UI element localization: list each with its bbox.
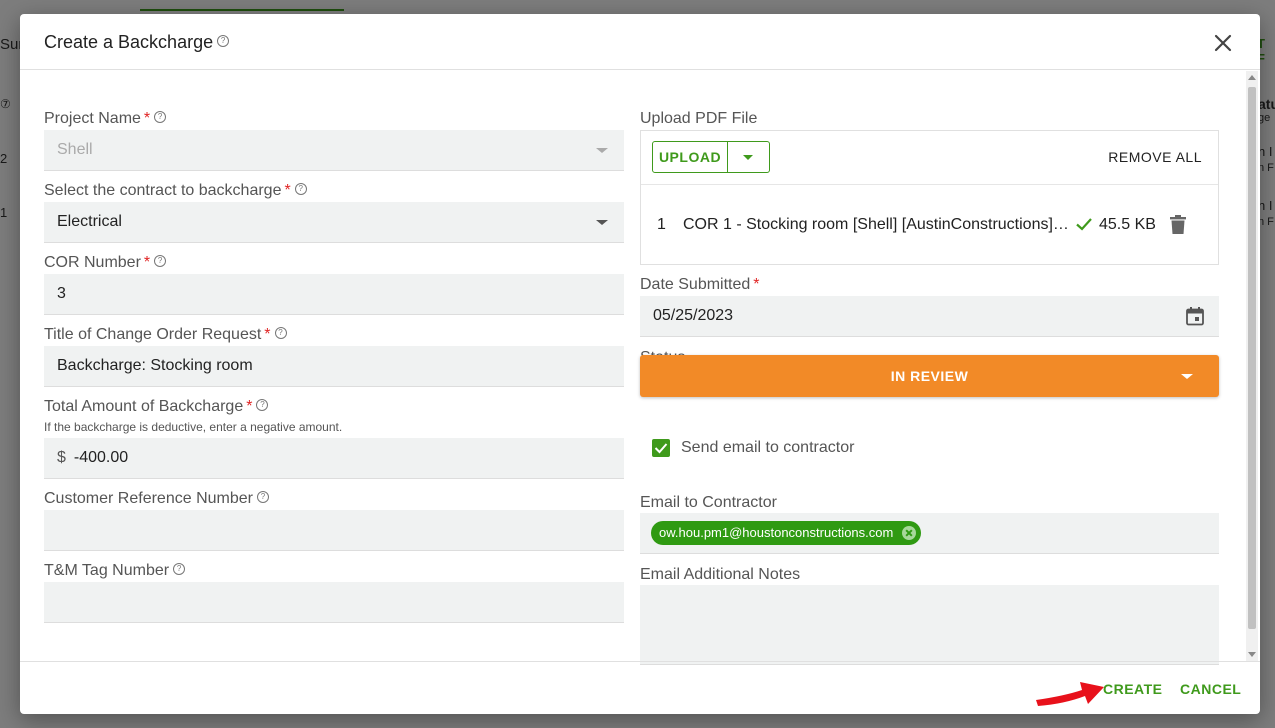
upload-split-button: UPLOAD: [652, 141, 770, 173]
chip-remove-icon[interactable]: [902, 526, 917, 540]
scrollbar[interactable]: [1246, 71, 1258, 661]
project-name-select: Shell: [44, 130, 624, 171]
tm-tag-label: T&M Tag Number: [44, 562, 186, 580]
contract-label: Select the contract to backcharge *: [44, 182, 307, 200]
check-icon: [654, 443, 668, 454]
date-submitted-value: 05/25/2023: [653, 307, 734, 324]
total-amount-input[interactable]: $ -400.00: [44, 438, 624, 479]
contract-select[interactable]: Electrical: [44, 202, 624, 243]
currency-symbol: $: [57, 449, 66, 466]
chevron-down-icon: [1181, 374, 1193, 379]
notes-label: Email Additional Notes: [640, 566, 801, 583]
customer-ref-input[interactable]: [44, 510, 624, 551]
customer-ref-label: Customer Reference Number: [44, 490, 269, 508]
help-icon[interactable]: [154, 110, 167, 123]
dialog-header: Create a Backcharge: [20, 14, 1260, 70]
calendar-icon[interactable]: [1185, 306, 1205, 326]
status-value: IN REVIEW: [890, 368, 969, 384]
notes-textarea[interactable]: [640, 585, 1219, 665]
email-chip: ow.hou.pm1@houstonconstructions.com: [651, 521, 922, 545]
total-amount-hint: If the backcharge is deductive, enter a …: [44, 420, 343, 434]
cor-number-value: 3: [57, 285, 66, 302]
help-icon[interactable]: [274, 326, 287, 339]
cancel-button[interactable]: CANCEL: [1180, 681, 1241, 697]
cor-number-input[interactable]: 3: [44, 274, 624, 315]
contract-value: Electrical: [57, 213, 122, 230]
cor-number-label: COR Number *: [44, 254, 167, 272]
project-name-value: Shell: [57, 141, 93, 158]
file-name: COR 1 - Stocking room [Shell] [AustinCon…: [683, 216, 1071, 233]
help-icon[interactable]: [217, 35, 230, 48]
help-icon[interactable]: [154, 254, 167, 267]
file-size: 45.5 KB: [1099, 216, 1156, 233]
file-index: 1: [657, 216, 666, 233]
dialog-title-text: Create a Backcharge: [44, 32, 214, 52]
project-name-label: Project Name *: [44, 110, 167, 128]
close-icon[interactable]: [1212, 32, 1234, 54]
red-arrow-annotation: [1036, 682, 1104, 706]
file-row: 1 COR 1 - Stocking room [Shell] [AustinC…: [641, 185, 1218, 265]
create-backcharge-dialog: Create a Backcharge Project Name* Shell …: [20, 14, 1260, 714]
dialog-body: Project Name* Shell Select the contract …: [20, 71, 1260, 665]
upload-button[interactable]: UPLOAD: [653, 142, 727, 172]
help-icon[interactable]: [294, 182, 307, 195]
date-submitted-input[interactable]: 05/25/2023: [640, 296, 1219, 337]
upload-area: UPLOAD REMOVE ALL 1 COR 1 - Stocking roo…: [640, 130, 1219, 265]
email-chip-label: ow.hou.pm1@houstonconstructions.com: [659, 525, 894, 540]
remove-all-button[interactable]: REMOVE ALL: [1108, 149, 1202, 165]
scroll-down-icon[interactable]: [1248, 652, 1256, 657]
title-label: Title of Change Order Request *: [44, 326, 287, 344]
dialog-footer: CREATE CANCEL: [20, 661, 1260, 714]
help-icon[interactable]: [256, 398, 269, 411]
create-button[interactable]: CREATE: [1103, 681, 1163, 697]
chevron-down-icon: [596, 148, 608, 153]
upload-label: Upload PDF File: [640, 110, 758, 127]
date-submitted-label: Date Submitted *: [640, 276, 760, 293]
chevron-down-icon: [596, 220, 608, 225]
title-input[interactable]: Backcharge: Stocking room: [44, 346, 624, 387]
scroll-up-icon[interactable]: [1248, 75, 1256, 80]
scrollbar-thumb[interactable]: [1248, 87, 1256, 629]
help-icon[interactable]: [173, 562, 186, 575]
trash-icon[interactable]: [1170, 215, 1186, 235]
dialog-title: Create a Backcharge: [44, 32, 230, 53]
help-icon[interactable]: [256, 490, 269, 503]
send-email-checkbox[interactable]: [652, 439, 670, 457]
total-amount-label: Total Amount of Backcharge *: [44, 398, 269, 416]
email-to-label: Email to Contractor: [640, 494, 777, 511]
tm-tag-input[interactable]: [44, 582, 624, 623]
title-value: Backcharge: Stocking room: [57, 357, 253, 374]
total-amount-value: -400.00: [73, 449, 129, 466]
upload-dropdown-button[interactable]: [727, 142, 770, 172]
check-icon: [1076, 218, 1092, 231]
status-select[interactable]: IN REVIEW: [640, 355, 1219, 397]
send-email-label[interactable]: Send email to contractor: [681, 439, 854, 457]
